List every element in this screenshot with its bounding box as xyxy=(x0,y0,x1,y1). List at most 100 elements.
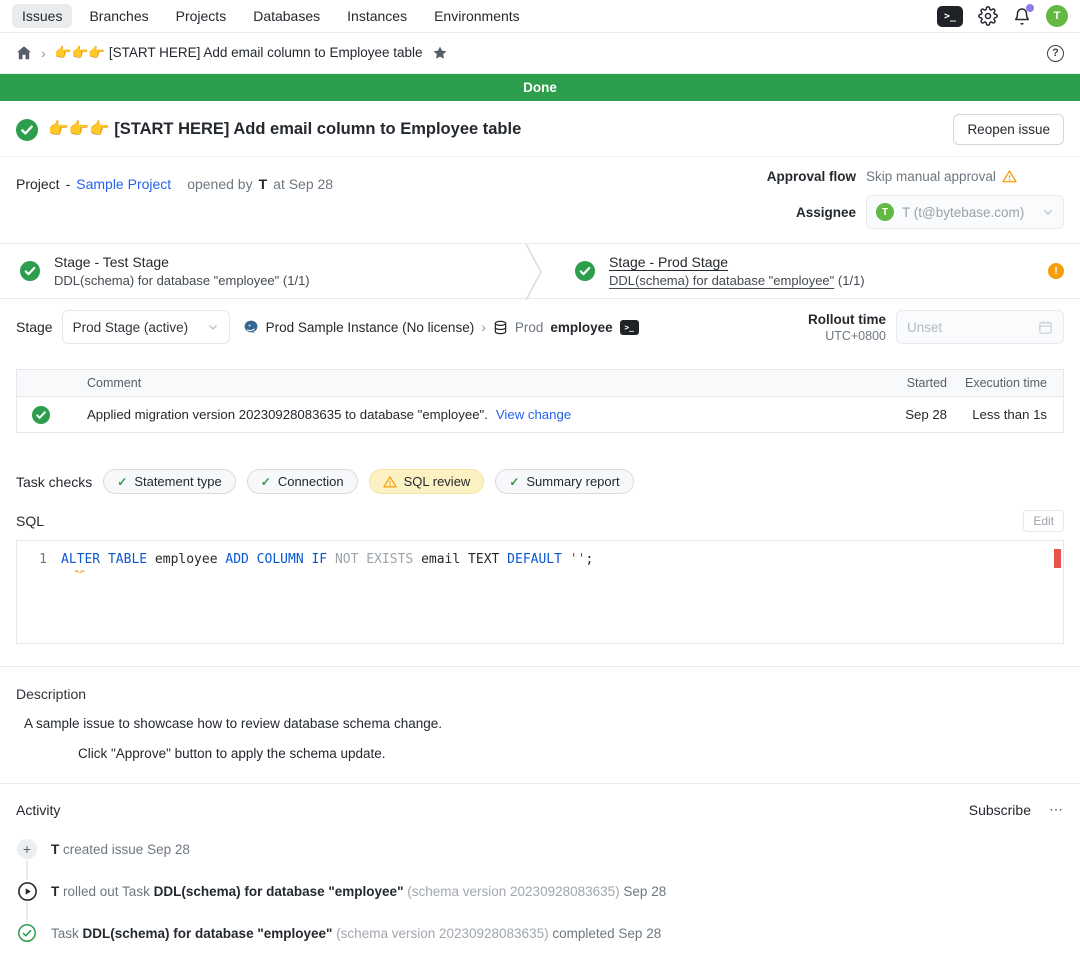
stage-warning-badge[interactable]: ! xyxy=(1048,263,1064,279)
sql-header: SQL Edit xyxy=(16,510,1064,532)
migration-comment: Applied migration version 20230928083635… xyxy=(87,407,488,422)
stage-detail-row: Stage Prod Stage (active) Prod Sample In… xyxy=(0,299,1080,355)
chevron-down-icon xyxy=(1042,206,1054,218)
activity-header: Activity Subscribe ⋯ xyxy=(16,801,1064,818)
check-warning-icon xyxy=(383,475,397,489)
nav-item-databases[interactable]: Databases xyxy=(243,4,330,28)
activity-time: Sep 28 xyxy=(147,842,190,857)
stage-texts: Stage - Prod Stage DDL(schema) for datab… xyxy=(609,254,865,288)
nav-item-issues[interactable]: Issues xyxy=(12,4,72,28)
instance-link[interactable]: Prod Sample Instance (No license) xyxy=(266,320,475,335)
sql-editor[interactable]: 1 ALTER TABLE employee ADD COLUMN IF NOT… xyxy=(16,540,1064,644)
activity-text: T rolled out Task DDL(schema) for databa… xyxy=(51,884,666,899)
database-link[interactable]: employee xyxy=(550,320,612,335)
subscribe-button[interactable]: Subscribe xyxy=(969,802,1031,818)
database-breadcrumb: Prod Sample Instance (No license) › Prod… xyxy=(243,319,639,335)
stage-cell-test[interactable]: Stage - Test Stage DDL(schema) for datab… xyxy=(0,244,525,298)
activity-target: DDL(schema) for database "employee" xyxy=(154,884,404,899)
activity-item-created: + T created issue Sep 28 xyxy=(16,838,1064,860)
avatar[interactable]: T xyxy=(1046,5,1068,27)
project-link[interactable]: Sample Project xyxy=(76,176,171,192)
nav-item-branches[interactable]: Branches xyxy=(79,4,158,28)
line-number: 1 xyxy=(17,550,61,569)
stage-select-label: Stage xyxy=(16,319,53,335)
project-label: Project xyxy=(16,176,60,192)
sql-editor-terminal-icon[interactable]: >_ xyxy=(937,6,963,27)
check-pill-summary-report[interactable]: ✓ Summary report xyxy=(495,469,633,494)
calendar-icon xyxy=(1038,320,1053,335)
task-checks-label: Task checks xyxy=(16,474,92,490)
description-line: A sample issue to showcase how to review… xyxy=(16,716,1064,731)
stage-cell-prod[interactable]: Stage - Prod Stage DDL(schema) for datab… xyxy=(555,244,1080,298)
stage-task-name: DDL(schema) for database "employee" xyxy=(609,273,834,288)
sql-token: DEFAULT xyxy=(507,552,562,567)
stage-task-count: (1/1) xyxy=(283,273,310,288)
sql-token: ; xyxy=(585,552,593,567)
sql-token: '' xyxy=(570,552,586,567)
stage-select[interactable]: Prod Stage (active) xyxy=(62,310,230,344)
sql-code: ALTER TABLE employee ADD COLUMN IF NOT E… xyxy=(61,550,593,569)
open-in-sql-editor-icon[interactable]: >_ xyxy=(620,320,639,335)
check-pill-statement-type[interactable]: ✓ Statement type xyxy=(103,469,236,494)
opener-name[interactable]: T xyxy=(259,176,268,192)
table-row[interactable]: Applied migration version 20230928083635… xyxy=(17,397,1063,432)
activity-timeline: + T created issue Sep 28 T rolled out Ta… xyxy=(16,838,1064,944)
page-title: 👉👉👉 [START HERE] Add email column to Emp… xyxy=(48,120,521,139)
check-pill-connection[interactable]: ✓ Connection xyxy=(247,469,358,494)
chevron-down-icon xyxy=(207,321,219,333)
check-pass-icon: ✓ xyxy=(509,475,519,489)
header-started: Started xyxy=(885,376,947,390)
nav-item-environments[interactable]: Environments xyxy=(424,4,530,28)
sql-token: ALTER TABLE xyxy=(61,552,147,567)
sql-token xyxy=(327,552,335,567)
issue-meta: Project - Sample Project opened by T at … xyxy=(0,157,1080,243)
row-status-cell xyxy=(17,406,87,424)
rollout-time-label: Rollout time xyxy=(808,312,886,327)
activity-actor: T xyxy=(51,842,59,857)
nav-item-instances[interactable]: Instances xyxy=(337,4,417,28)
task-run-table: Comment Started Execution time Applied m… xyxy=(16,369,1064,433)
sql-label: SQL xyxy=(16,513,44,529)
stage-title: Stage - Test Stage xyxy=(54,254,310,270)
breadcrumb-issue-title[interactable]: 👉👉👉 [START HERE] Add email column to Emp… xyxy=(55,45,423,61)
help-icon[interactable]: ? xyxy=(1047,45,1064,62)
description-line: Click "Approve" button to apply the sche… xyxy=(16,746,1064,761)
rollout-time: Rollout time UTC+0800 Unset xyxy=(808,310,1064,344)
stage-subtitle: DDL(schema) for database "employee" (1/1… xyxy=(54,273,310,288)
activity-meta: (schema version 20230928083635) xyxy=(407,884,619,899)
activity-action: rolled out Task xyxy=(63,884,150,899)
activity-prefix: Task xyxy=(51,926,79,941)
home-icon[interactable] xyxy=(16,45,32,61)
activity-item-rollout: T rolled out Task DDL(schema) for databa… xyxy=(16,880,1064,902)
activity-item-completed: Task DDL(schema) for database "employee"… xyxy=(16,922,1064,944)
row-started-cell: Sep 28 xyxy=(885,407,947,422)
stage-task-name: DDL(schema) for database "employee" xyxy=(54,273,279,288)
assignee-select[interactable]: T T (t@bytebase.com) xyxy=(866,195,1064,229)
check-pill-sql-review[interactable]: SQL review xyxy=(369,469,485,494)
breadcrumb: › 👉👉👉 [START HERE] Add email column to E… xyxy=(0,33,1080,74)
check-pill-label: Summary report xyxy=(526,474,619,489)
stage-done-check-icon xyxy=(20,261,40,281)
status-banner-text: Done xyxy=(523,80,557,95)
header-execution-time: Execution time xyxy=(947,376,1047,390)
settings-gear-icon[interactable] xyxy=(978,6,998,26)
nav-item-projects[interactable]: Projects xyxy=(166,4,237,28)
rollout-timezone: UTC+0800 xyxy=(808,329,886,343)
reopen-issue-button[interactable]: Reopen issue xyxy=(953,114,1064,145)
stage-select-value: Prod Stage (active) xyxy=(73,320,189,335)
sql-edit-button[interactable]: Edit xyxy=(1023,510,1064,532)
notification-bell-icon[interactable] xyxy=(1013,7,1031,26)
project-info: Project - Sample Project opened by T at … xyxy=(16,169,333,193)
issue-done-check-icon xyxy=(16,119,38,141)
stage-bar: Stage - Test Stage DDL(schema) for datab… xyxy=(0,243,1080,299)
rollout-time-input[interactable]: Unset xyxy=(896,310,1064,344)
approval-flow-value: Skip manual approval xyxy=(866,169,1064,184)
top-nav-actions: >_ T xyxy=(937,5,1068,27)
check-pass-icon: ✓ xyxy=(261,475,271,489)
activity-target: DDL(schema) for database "employee" xyxy=(83,926,333,941)
breadcrumb-separator: › xyxy=(41,45,46,61)
sql-token: email TEXT xyxy=(413,552,507,567)
view-change-link[interactable]: View change xyxy=(496,407,571,422)
star-icon[interactable] xyxy=(432,45,448,61)
more-menu-icon[interactable]: ⋯ xyxy=(1049,801,1064,818)
